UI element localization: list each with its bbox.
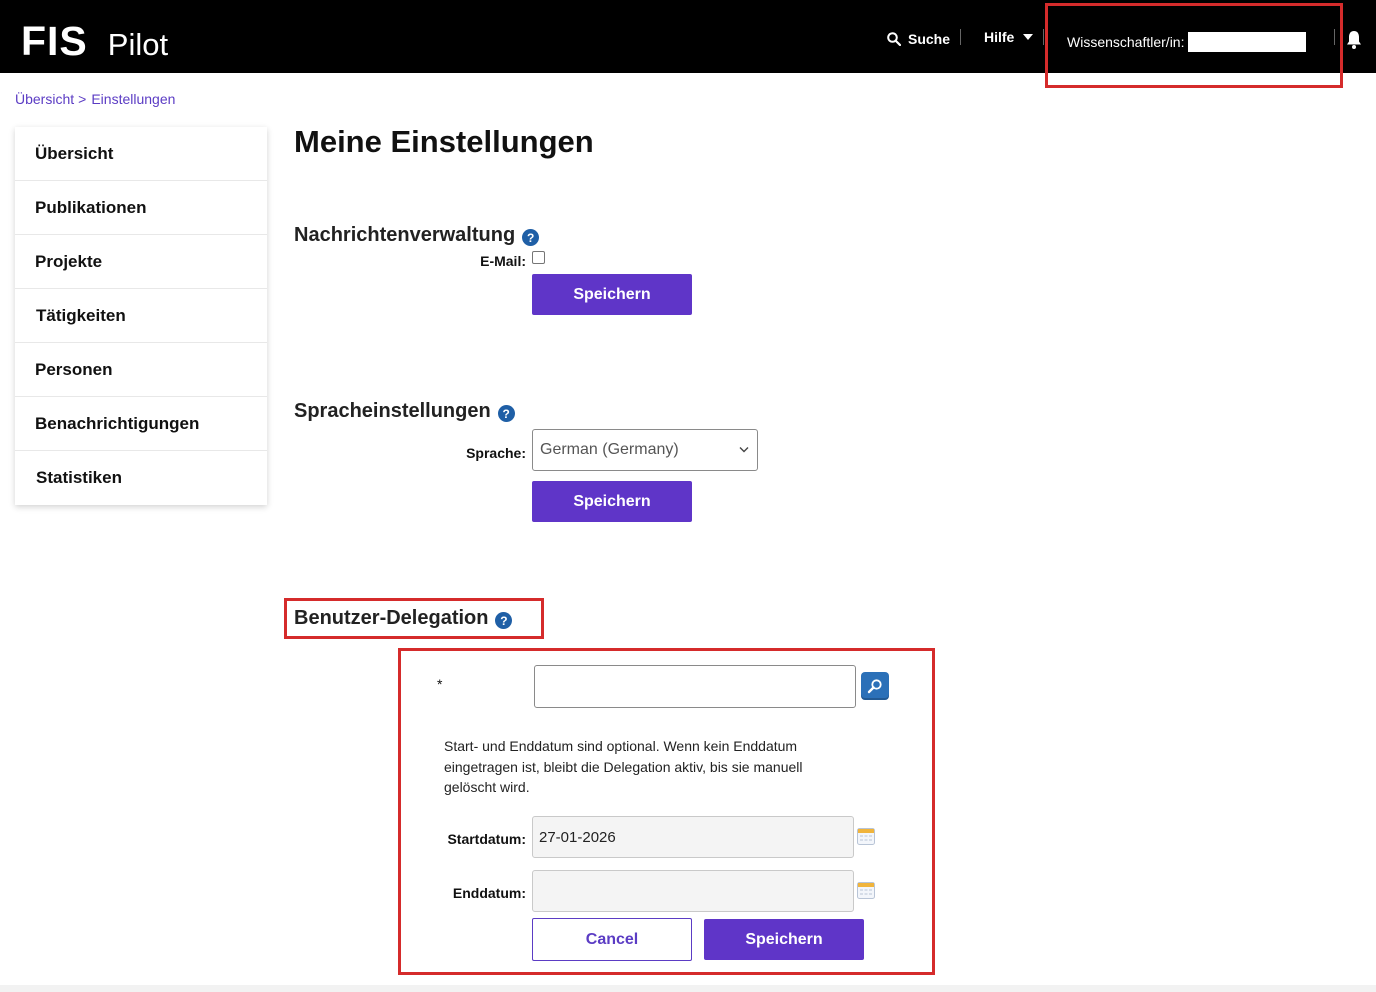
- section-title-text: Spracheinstellungen: [294, 400, 491, 422]
- page-title: Meine Einstellungen: [294, 124, 594, 159]
- sidebar-item-activities[interactable]: Tätigkeiten: [15, 289, 267, 343]
- highlight-box-user-menu: [1045, 3, 1343, 88]
- sidebar-item-publications[interactable]: Publikationen: [15, 181, 267, 235]
- notifications-button[interactable]: [1346, 30, 1362, 55]
- delegation-info-text: Start- und Enddatum sind optional. Wenn …: [444, 738, 803, 795]
- chevron-down-icon: [739, 447, 749, 453]
- required-marker: *: [437, 676, 443, 692]
- breadcrumb-separator: >: [78, 91, 87, 107]
- sidebar-item-notifications[interactable]: Benachrichtigungen: [15, 397, 267, 451]
- chevron-down-icon: [1023, 34, 1034, 40]
- email-label: E-Mail:: [480, 253, 526, 269]
- cancel-button[interactable]: Cancel: [532, 918, 692, 961]
- search-link[interactable]: Suche: [887, 31, 950, 47]
- help-menu[interactable]: Hilfe: [984, 29, 1034, 45]
- sidebar-item-projects[interactable]: Projekte: [15, 235, 267, 289]
- search-label: Suche: [908, 31, 951, 47]
- help-icon[interactable]: ?: [522, 229, 540, 246]
- bell-icon: [1347, 31, 1361, 49]
- help-icon[interactable]: ?: [495, 612, 513, 629]
- breadcrumb-item-overview[interactable]: Übersicht: [15, 91, 74, 107]
- help-label: Hilfe: [984, 29, 1015, 45]
- search-icon: [867, 679, 882, 694]
- breadcrumb-item-settings[interactable]: Einstellungen: [91, 91, 175, 107]
- sidebar-navigation: Übersicht Publikationen Projekte Tätigke…: [15, 127, 267, 505]
- end-date-input[interactable]: [532, 870, 854, 912]
- section-title-text: Benutzer-Delegation: [294, 607, 489, 629]
- section-title-messages: Nachrichtenverwaltung ?: [294, 224, 540, 247]
- sidebar-item-overview[interactable]: Übersicht: [15, 127, 267, 181]
- breadcrumb: Übersicht > Einstellungen: [15, 91, 175, 107]
- sidebar-item-persons[interactable]: Personen: [15, 343, 267, 397]
- save-messages-button[interactable]: Speichern: [532, 274, 692, 315]
- calendar-icon[interactable]: [857, 882, 875, 899]
- app-logo[interactable]: FIS Pilot: [21, 19, 168, 67]
- calendar-icon[interactable]: [857, 828, 875, 845]
- section-title-text: Nachrichtenverwaltung: [294, 224, 516, 246]
- section-title-language: Spracheinstellungen ?: [294, 400, 515, 423]
- nav-divider: [960, 29, 961, 45]
- start-date-label: Startdatum:: [447, 831, 526, 847]
- language-select-value: German (Germany): [540, 441, 679, 458]
- language-select[interactable]: German (Germany): [532, 429, 758, 471]
- save-delegation-button[interactable]: Speichern: [704, 919, 864, 960]
- section-title-delegation: Benutzer-Delegation ?: [294, 607, 513, 630]
- nav-divider: [1043, 29, 1044, 45]
- end-date-label: Enddatum:: [452, 885, 526, 901]
- chevron-down-icon: [1292, 39, 1303, 45]
- language-label: Sprache:: [466, 445, 526, 461]
- search-icon: [887, 32, 901, 46]
- logo-subtitle: Pilot: [107, 27, 169, 62]
- start-date-input[interactable]: 27-01-2026: [532, 816, 854, 858]
- page-bottom-edge: [0, 985, 1376, 992]
- user-search-button[interactable]: [861, 672, 889, 700]
- help-icon[interactable]: ?: [497, 405, 515, 422]
- save-language-button[interactable]: Speichern: [532, 481, 692, 522]
- sidebar-item-statistics[interactable]: Statistiken: [15, 451, 267, 505]
- logo-text: FIS: [21, 18, 88, 64]
- email-checkbox[interactable]: [532, 251, 545, 264]
- delegate-user-input[interactable]: [534, 665, 856, 708]
